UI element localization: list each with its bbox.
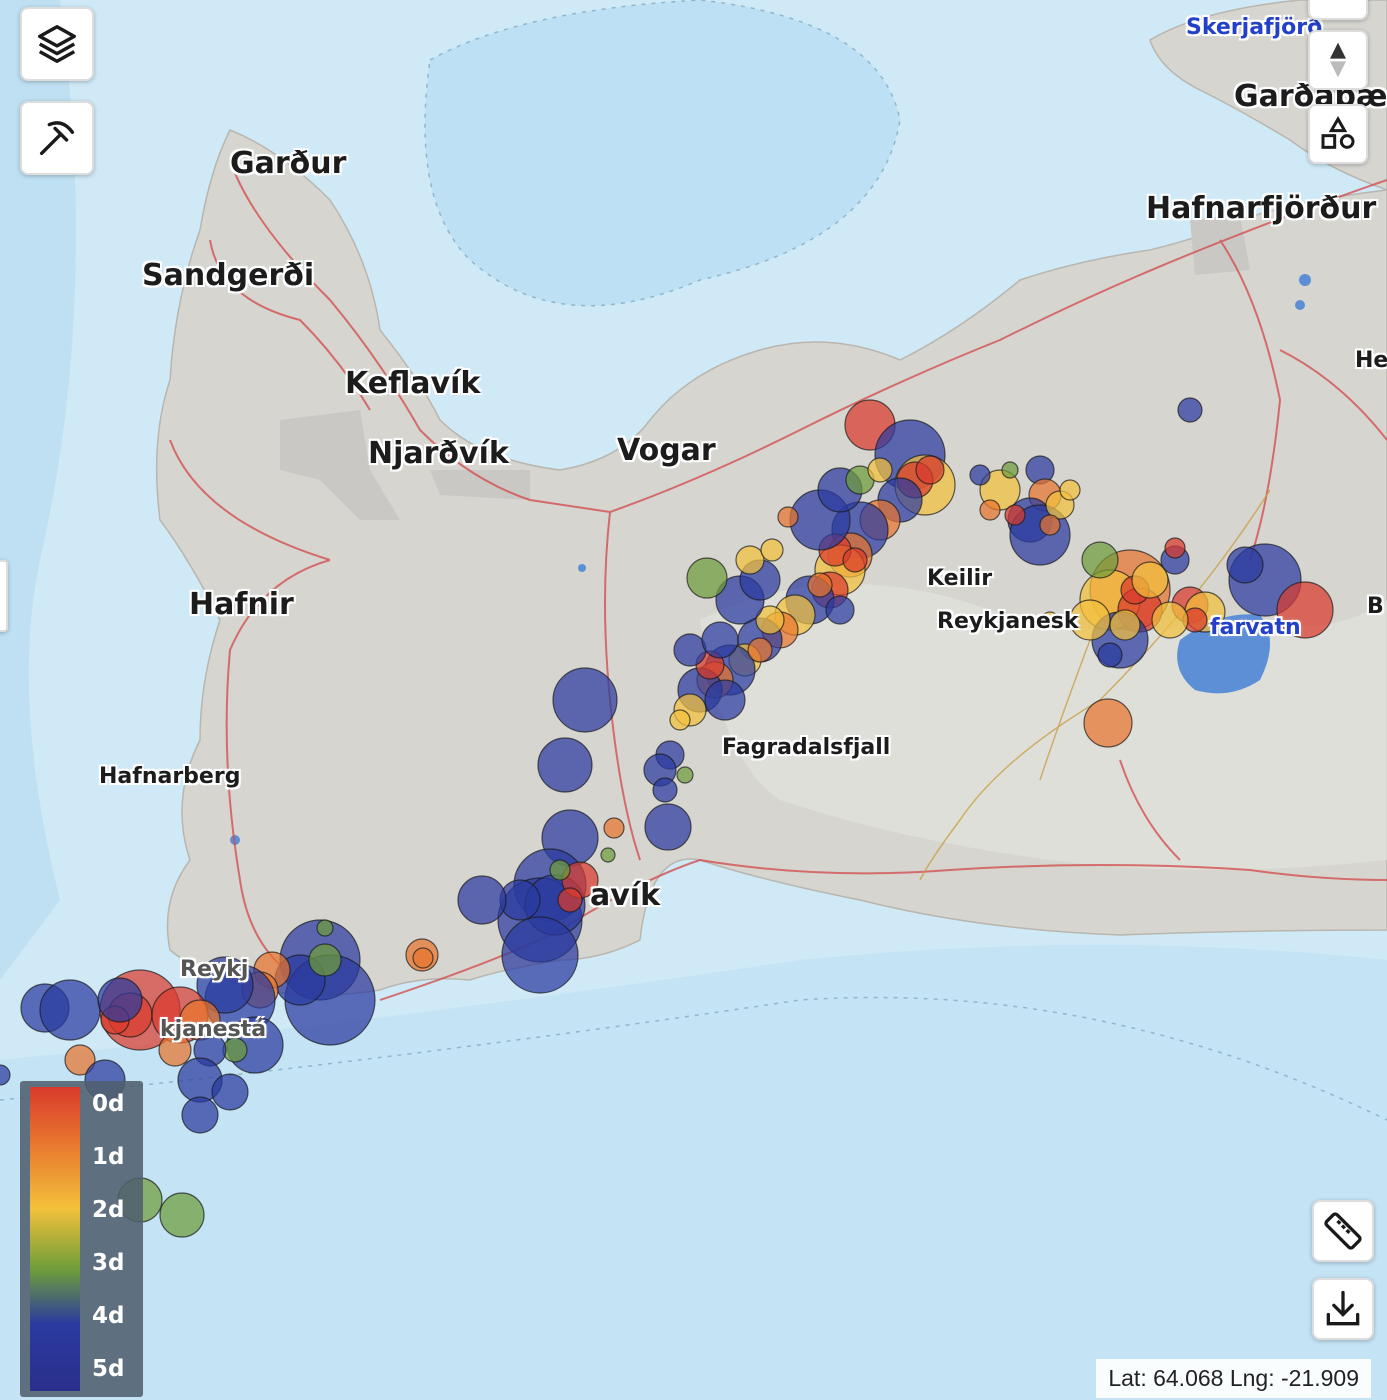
- layers-icon: [38, 25, 76, 63]
- earthquake-marker[interactable]: [701, 621, 739, 659]
- place-label: Hafnir: [189, 587, 294, 622]
- earthquake-marker[interactable]: [557, 887, 583, 913]
- earthquake-marker[interactable]: [969, 464, 991, 486]
- legend-tick: 2d: [92, 1197, 125, 1223]
- compass-top-edge: [1308, 0, 1368, 20]
- water-label: farvatn: [1210, 615, 1301, 640]
- earthquake-marker[interactable]: [603, 817, 625, 839]
- place-label: He: [1355, 348, 1387, 373]
- earthquake-marker[interactable]: [501, 916, 579, 994]
- earthquake-marker[interactable]: [867, 457, 893, 483]
- earthquake-marker[interactable]: [600, 847, 616, 863]
- measure-button[interactable]: [1312, 1200, 1374, 1262]
- earthquake-marker[interactable]: [1083, 698, 1133, 748]
- earthquake-marker[interactable]: [1151, 601, 1189, 639]
- earthquake-marker[interactable]: [412, 947, 434, 969]
- earthquake-marker[interactable]: [39, 979, 101, 1041]
- earthquake-marker[interactable]: [979, 499, 1001, 521]
- place-label: Keilir: [927, 566, 993, 591]
- earthquake-marker[interactable]: [747, 637, 773, 663]
- earthquake-marker[interactable]: [777, 506, 799, 528]
- earthquake-marker[interactable]: [673, 633, 707, 667]
- earthquake-marker[interactable]: [676, 766, 694, 784]
- earthquake-marker[interactable]: [1004, 504, 1026, 526]
- earthquake-marker[interactable]: [1177, 397, 1203, 423]
- place-label: Keflavík: [345, 366, 481, 401]
- earthquake-marker[interactable]: [686, 557, 728, 599]
- earthquake-marker[interactable]: [842, 547, 868, 573]
- shapes-icon: [1321, 115, 1355, 149]
- earthquake-marker[interactable]: [1039, 514, 1061, 536]
- earthquake-marker[interactable]: [457, 875, 507, 925]
- earthquake-marker[interactable]: [704, 679, 746, 721]
- place-label: Reykj: [180, 957, 249, 982]
- legend-color-bar: [30, 1087, 80, 1391]
- earthquake-marker[interactable]: [669, 709, 691, 731]
- legend-tick: 0d: [92, 1091, 125, 1117]
- earthquake-marker[interactable]: [1109, 609, 1141, 641]
- water-label: Skerjafjörð: [1186, 15, 1323, 40]
- earthquake-marker[interactable]: [537, 737, 593, 793]
- earthquake-marker[interactable]: [1097, 642, 1123, 668]
- earthquake-marker[interactable]: [549, 859, 571, 881]
- earthquake-marker[interactable]: [1164, 537, 1186, 559]
- place-label: Hafnarberg: [99, 764, 241, 789]
- earthquake-marker[interactable]: [735, 545, 765, 575]
- legend-tick: 4d: [92, 1303, 125, 1329]
- coordinate-readout: Lat: 64.068 Lng: -21.909: [1096, 1359, 1371, 1398]
- time-legend: 0d 1d 2d 3d 4d 5d: [20, 1081, 143, 1397]
- earthquake-marker[interactable]: [1081, 541, 1119, 579]
- place-label: Hafnarfjörður: [1146, 191, 1377, 226]
- earthquake-marker[interactable]: [159, 1192, 205, 1238]
- download-button[interactable]: [1312, 1278, 1374, 1340]
- earthquake-marker[interactable]: [308, 943, 342, 977]
- earthquake-marker[interactable]: [316, 919, 334, 937]
- layers-button[interactable]: [20, 7, 94, 81]
- earthquake-marker[interactable]: [97, 977, 143, 1023]
- place-label: Reykjanesk: [937, 609, 1079, 634]
- legend-tick: 3d: [92, 1250, 125, 1276]
- place-label: Garður: [230, 146, 347, 181]
- earthquake-marker[interactable]: [1059, 479, 1081, 501]
- earthquake-marker[interactable]: [915, 455, 945, 485]
- place-label: Fagradalsfjall: [722, 735, 891, 760]
- earthquake-marker[interactable]: [552, 667, 618, 733]
- left-edge-control[interactable]: [0, 560, 8, 632]
- earthquake-marker[interactable]: [807, 572, 833, 598]
- place-label: kjanestá: [160, 1017, 267, 1042]
- compass-icon: [1330, 42, 1346, 78]
- shapes-button[interactable]: [1308, 104, 1368, 164]
- place-label: B: [1367, 594, 1384, 619]
- earthquake-marker[interactable]: [1001, 461, 1019, 479]
- earthquake-marker[interactable]: [211, 1073, 249, 1111]
- download-icon: [1326, 1290, 1360, 1326]
- earthquake-marker[interactable]: [760, 538, 784, 562]
- compass-button[interactable]: [1308, 30, 1368, 90]
- ruler-icon: [1324, 1212, 1362, 1250]
- earthquake-marker[interactable]: [181, 1096, 219, 1134]
- legend-tick: 1d: [92, 1144, 125, 1170]
- pickaxe-icon: [39, 121, 75, 156]
- place-label: Sandgerði: [142, 258, 315, 293]
- place-label: avík: [590, 878, 661, 913]
- place-label: Vogar: [617, 433, 716, 468]
- earthquake-marker[interactable]: [644, 803, 692, 851]
- tools-button[interactable]: [20, 101, 94, 175]
- earthquake-marker[interactable]: [1226, 546, 1264, 584]
- earthquake-marker[interactable]: [652, 777, 678, 803]
- earthquake-marker[interactable]: [825, 595, 855, 625]
- place-label: Njarðvík: [368, 436, 509, 471]
- legend-tick: 5d: [92, 1356, 125, 1382]
